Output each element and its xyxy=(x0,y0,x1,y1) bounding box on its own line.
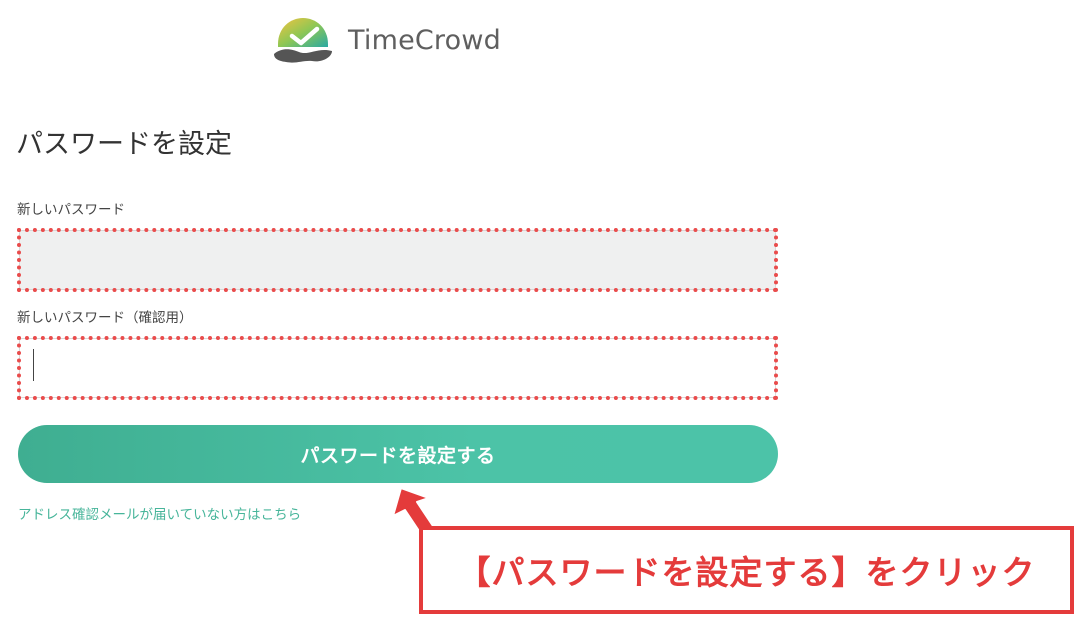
new-password-input[interactable] xyxy=(19,230,776,290)
timecrowd-clock-logo-icon xyxy=(274,18,332,63)
instruction-callout-text: 【パスワードを設定する】をクリック xyxy=(457,553,1036,592)
new-password-label: 新しいパスワード xyxy=(17,202,125,218)
confirm-password-label: 新しいパスワード（確認用） xyxy=(17,310,193,326)
resend-confirmation-email-link[interactable]: アドレス確認メールが届いていない方はこちら xyxy=(18,503,301,523)
set-password-button[interactable]: パスワードを設定する xyxy=(18,425,778,483)
page-title: パスワードを設定 xyxy=(16,129,232,160)
text-cursor xyxy=(33,349,34,381)
logo-wordmark: TimeCrowd xyxy=(348,24,501,56)
instruction-callout: 【パスワードを設定する】をクリック xyxy=(419,526,1074,614)
confirm-password-input[interactable] xyxy=(19,338,776,398)
timecrowd-logo: TimeCrowd xyxy=(272,14,501,66)
